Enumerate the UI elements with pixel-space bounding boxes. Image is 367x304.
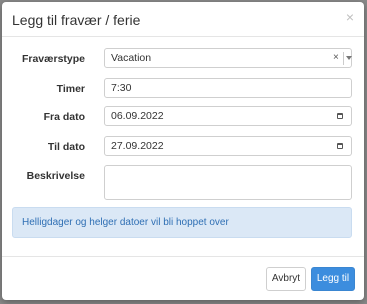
to-date-label: Til dato (47, 141, 85, 153)
footer-divider (2, 256, 364, 257)
to-date-calendar-button[interactable] (329, 136, 352, 156)
add-absence-dialog: Legg til fravær / ferie × Fraværstype Va… (2, 2, 364, 300)
from-date-label: Fra dato (43, 111, 85, 123)
calendar-icon (337, 143, 343, 149)
hours-value: 7:30 (111, 82, 132, 94)
hours-input[interactable]: 7:30 (104, 78, 352, 98)
info-text: Helligdager og helger datoer vil bli hop… (22, 217, 229, 228)
info-alert: Helligdager og helger datoer vil bli hop… (12, 207, 352, 238)
cancel-button[interactable]: Avbryt (266, 267, 306, 291)
to-date-input[interactable]: 27.09.2022 (104, 136, 330, 156)
dialog-header: Legg til fravær / ferie × (2, 2, 364, 37)
from-date-value: 06.09.2022 (111, 110, 164, 122)
close-icon[interactable]: × (346, 10, 354, 24)
add-button[interactable]: Legg til (311, 267, 355, 291)
absence-type-select[interactable]: Vacation × (104, 48, 352, 68)
calendar-icon (337, 113, 343, 119)
to-date-value: 27.09.2022 (111, 140, 164, 152)
from-date-input[interactable]: 06.09.2022 (104, 106, 330, 126)
clear-selection-icon[interactable]: × (333, 52, 339, 63)
hours-label: Timer (56, 83, 85, 95)
description-textarea[interactable] (104, 165, 352, 200)
select-separator (343, 52, 344, 65)
dialog-title: Legg til fravær / ferie (12, 12, 141, 28)
chevron-down-icon[interactable] (346, 56, 352, 60)
from-date-calendar-button[interactable] (329, 106, 352, 126)
absence-type-value: Vacation (111, 52, 152, 64)
description-label: Beskrivelse (26, 170, 85, 182)
absence-type-label: Fraværstype (21, 53, 85, 65)
